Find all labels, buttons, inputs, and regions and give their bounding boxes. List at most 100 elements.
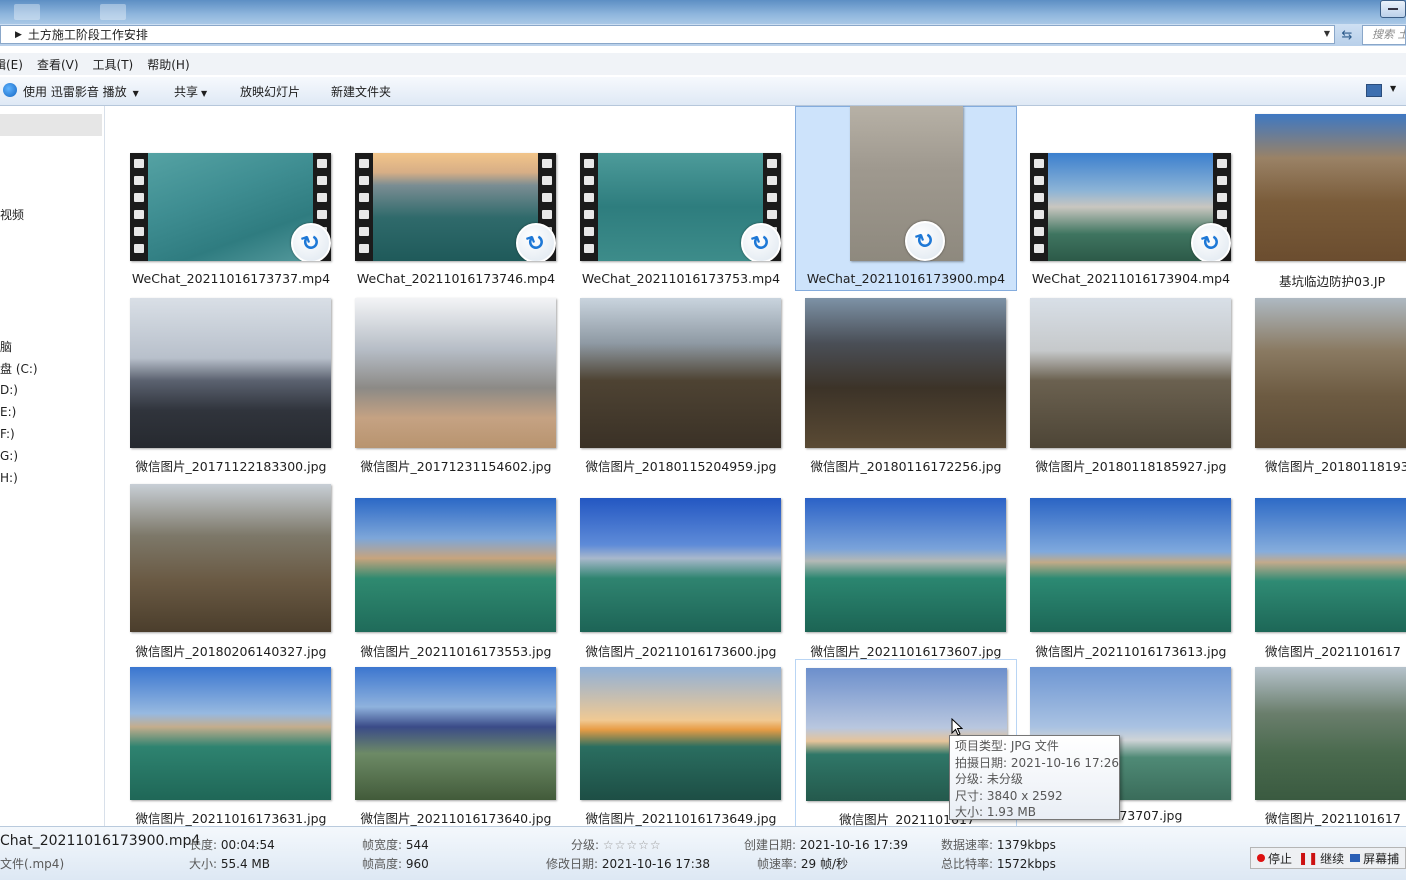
title-icon <box>14 4 40 20</box>
file-name-label: 微信图片_20171122183300.jpg <box>135 459 327 474</box>
search-input[interactable]: 搜索 土 <box>1362 25 1406 45</box>
image-file-item[interactable]: 微信图片_20211016173631.jpg <box>120 659 342 826</box>
breadcrumb-folder[interactable]: 土方施工阶段工作安排 <box>28 26 148 43</box>
file-name-label: 微信图片_2021101617 <box>1265 811 1401 826</box>
modified-label: 修改日期: <box>546 857 599 871</box>
image-file-item[interactable]: 微信图片_20171122183300.jpg <box>120 290 342 476</box>
breadcrumb-arrow-icon[interactable]: ▶ <box>15 30 22 40</box>
nav-item-drive-g[interactable]: G:) <box>0 449 18 463</box>
file-name-label: 微信图片_20180116172256.jpg <box>810 459 1002 474</box>
rating-stars[interactable]: ☆☆☆☆☆ <box>603 838 662 852</box>
image-file-item[interactable]: 微信图片_20180116172256.jpg <box>795 290 1017 476</box>
image-thumbnail[interactable] <box>355 667 556 800</box>
image-file-item[interactable]: 微信图片_2021101617 <box>1245 475 1406 661</box>
image-thumbnail[interactable] <box>1255 667 1406 800</box>
film-strip <box>580 153 598 261</box>
file-name-label: 微信图片_20211016173649.jpg <box>585 811 777 826</box>
file-name-label: WeChat_20211016173753.mp4 <box>581 271 781 286</box>
file-name-label: 微信图片_20180118185927.jpg <box>1035 459 1227 474</box>
image-thumbnail[interactable] <box>130 484 331 632</box>
image-thumbnail[interactable] <box>580 667 781 800</box>
length-value: 00:04:54 <box>220 838 275 852</box>
title-bar <box>0 0 1406 24</box>
menu-tools[interactable]: 工具(T) <box>93 56 134 73</box>
framerate-label: 帧速率: <box>757 857 798 871</box>
video-thumbnail[interactable]: ↻ <box>850 106 963 261</box>
image-file-item[interactable]: 微信图片_20180118185927.jpg <box>1020 290 1242 476</box>
title-icon-2 <box>100 4 126 20</box>
minimize-button[interactable] <box>1380 0 1406 18</box>
image-thumbnail[interactable] <box>1255 498 1406 632</box>
menu-bar: 辑(E) 查看(V) 工具(T) 帮助(H) <box>0 53 1406 75</box>
video-file-item[interactable]: ↻ WeChat_20211016173904.mp4 <box>1020 106 1242 291</box>
refresh-icon[interactable]: ⇆ <box>1337 26 1357 44</box>
video-thumbnail[interactable]: ↻ <box>130 153 331 261</box>
nav-item-drive-f[interactable]: F:) <box>0 427 15 441</box>
image-file-item[interactable]: 微信图片_20211016173613.jpg <box>1020 475 1242 661</box>
address-row: ▶ 土方施工阶段工作安排 ▼ ⇆ 搜索 土 <box>0 24 1406 46</box>
nav-item-drive-d[interactable]: D:) <box>0 383 18 397</box>
image-thumbnail[interactable] <box>130 667 331 800</box>
chevron-down-icon[interactable]: ▼ <box>1390 84 1396 93</box>
video-file-item[interactable]: ↻ WeChat_20211016173746.mp4 <box>345 106 567 291</box>
image-thumbnail[interactable] <box>130 298 331 448</box>
image-file-item[interactable]: 微信图片_20211016173649.jpg <box>570 659 792 826</box>
frame-height-value: 960 <box>405 857 429 871</box>
recorder-resume-button[interactable]: ❚❚ 继续 <box>1298 850 1344 867</box>
image-file-item[interactable]: 微信图片_20171231154602.jpg <box>345 290 567 476</box>
video-file-item[interactable]: ↻ WeChat_20211016173737.mp4 <box>120 106 342 291</box>
play-with-button[interactable]: 使用 迅雷影音 播放 ▼ <box>23 83 139 100</box>
view-options-icon[interactable] <box>1366 84 1382 97</box>
xunlei-player-icon: ↻ <box>516 223 556 261</box>
image-file-item[interactable]: 微信图片_20180115204959.jpg <box>570 290 792 476</box>
image-thumbnail[interactable] <box>1255 298 1406 448</box>
image-thumbnail[interactable] <box>1255 114 1406 261</box>
new-folder-button[interactable]: 新建文件夹 <box>331 83 391 100</box>
nav-item-video[interactable]: 视频 <box>0 206 24 223</box>
file-name-label: WeChat_20211016173746.mp4 <box>356 271 556 286</box>
size-value: 55.4 MB <box>220 857 270 871</box>
image-file-item[interactable]: 微信图片_20211016173553.jpg <box>345 475 567 661</box>
image-thumbnail[interactable] <box>355 298 556 448</box>
image-file-item[interactable]: 微信图片_20211016173607.jpg <box>795 475 1017 661</box>
screen-icon <box>1350 854 1361 862</box>
file-name-label: 微信图片_20180206140327.jpg <box>135 644 327 659</box>
datarate-value: 1379kbps <box>996 838 1056 852</box>
record-dot-icon <box>1257 854 1265 862</box>
menu-view[interactable]: 查看(V) <box>37 56 79 73</box>
chevron-down-icon: ▼ <box>132 89 139 98</box>
image-thumbnail[interactable] <box>1030 298 1231 448</box>
nav-item-drive-c[interactable]: 盘 (C:) <box>0 360 38 377</box>
recorder-stop-button[interactable]: 停止 <box>1257 850 1292 867</box>
image-file-item[interactable]: 基坑临边防护03.JP <box>1245 106 1406 291</box>
recorder-screen-button[interactable]: 屏幕捕 <box>1350 850 1399 867</box>
nav-item-drive-h[interactable]: H:) <box>0 471 18 485</box>
image-file-item[interactable]: 微信图片_2021101617 <box>1245 659 1406 826</box>
image-thumbnail[interactable] <box>580 298 781 448</box>
share-button[interactable]: 共享 ▼ <box>174 83 207 100</box>
image-thumbnail[interactable] <box>805 298 1006 448</box>
nav-selected-item[interactable] <box>0 114 102 136</box>
image-thumbnail[interactable] <box>580 498 781 632</box>
address-bar[interactable]: ▶ 土方施工阶段工作安排 ▼ <box>0 25 1335 44</box>
nav-item-computer[interactable]: 脑 <box>0 338 12 355</box>
frame-height-label: 帧高度: <box>362 857 403 871</box>
image-file-item[interactable]: 微信图片_20180206140327.jpg <box>120 475 342 661</box>
image-file-item[interactable]: 微信图片_20180118193 <box>1245 290 1406 476</box>
image-thumbnail[interactable] <box>1030 498 1231 632</box>
slideshow-button[interactable]: 放映幻灯片 <box>240 83 300 100</box>
video-thumbnail[interactable]: ↻ <box>355 153 556 261</box>
video-thumbnail[interactable]: ↻ <box>580 153 781 261</box>
video-thumbnail[interactable]: ↻ <box>1030 153 1231 261</box>
image-thumbnail[interactable] <box>805 498 1006 632</box>
video-file-item[interactable]: ↻ WeChat_20211016173753.mp4 <box>570 106 792 291</box>
address-dropdown-icon[interactable]: ▼ <box>1324 29 1330 38</box>
menu-help[interactable]: 帮助(H) <box>147 56 189 73</box>
nav-item-drive-e[interactable]: E:) <box>0 405 16 419</box>
video-file-item[interactable]: ↻ WeChat_20211016173900.mp4 <box>795 106 1017 291</box>
image-file-item[interactable]: 微信图片_20211016173640.jpg <box>345 659 567 826</box>
menu-edit[interactable]: 辑(E) <box>0 56 23 73</box>
image-thumbnail[interactable] <box>355 498 556 632</box>
image-file-item[interactable]: 微信图片_20211016173600.jpg <box>570 475 792 661</box>
modified-value: 2021-10-16 17:38 <box>601 857 711 871</box>
